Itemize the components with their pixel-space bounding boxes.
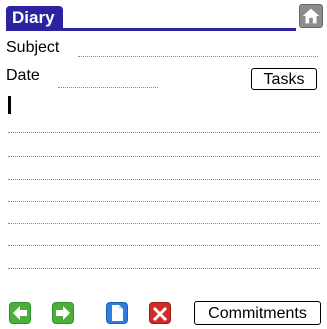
home-icon[interactable] bbox=[299, 4, 323, 28]
commitments-button[interactable]: Commitments bbox=[194, 301, 321, 325]
note-line bbox=[8, 132, 320, 133]
note-line bbox=[8, 179, 320, 180]
tasks-button[interactable]: Tasks bbox=[251, 68, 317, 90]
note-line bbox=[8, 156, 320, 157]
subject-label: Subject bbox=[6, 39, 60, 56]
note-line bbox=[8, 268, 320, 269]
text-cursor bbox=[8, 96, 11, 114]
note-line bbox=[8, 245, 320, 246]
note-line bbox=[8, 201, 320, 202]
date-label: Date bbox=[6, 67, 40, 84]
new-page-icon[interactable] bbox=[106, 302, 128, 324]
subject-field[interactable] bbox=[78, 56, 318, 57]
delete-icon[interactable] bbox=[149, 302, 171, 324]
app-title: Diary bbox=[6, 6, 63, 30]
title-underline bbox=[6, 28, 296, 31]
forward-arrow-icon[interactable] bbox=[52, 302, 74, 324]
diary-screen: Diary Subject Date Tasks Commitments bbox=[0, 0, 327, 329]
date-field[interactable] bbox=[58, 87, 158, 88]
back-arrow-icon[interactable] bbox=[9, 302, 31, 324]
note-line bbox=[8, 223, 320, 224]
